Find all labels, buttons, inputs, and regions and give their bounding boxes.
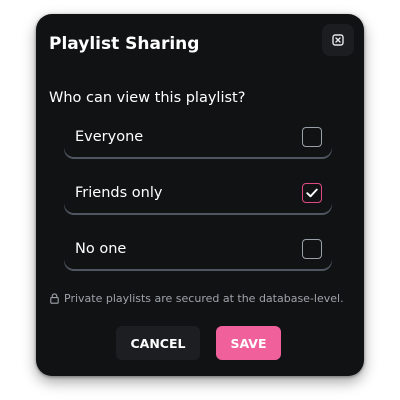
- question-label: Who can view this playlist?: [49, 90, 246, 106]
- dialog-title: Playlist Sharing: [49, 34, 200, 54]
- security-note-text: Private playlists are secured at the dat…: [64, 292, 344, 305]
- option-label: No one: [75, 241, 127, 257]
- option-label: Everyone: [75, 129, 144, 145]
- option-everyone[interactable]: Everyone: [64, 117, 332, 157]
- option-checkbox[interactable]: [302, 127, 322, 147]
- option-no-one[interactable]: No one: [64, 229, 332, 269]
- save-button[interactable]: SAVE: [216, 326, 281, 360]
- close-icon: [332, 34, 344, 46]
- cancel-button[interactable]: CANCEL: [116, 326, 200, 360]
- option-label: Friends only: [75, 185, 163, 201]
- lock-icon: [50, 293, 59, 304]
- security-note: Private playlists are secured at the dat…: [50, 292, 344, 305]
- checkmark-icon: [306, 188, 318, 198]
- option-checkbox[interactable]: [302, 239, 322, 259]
- option-friends-only[interactable]: Friends only: [64, 173, 332, 213]
- playlist-sharing-dialog: Playlist Sharing Who can view this playl…: [36, 14, 364, 376]
- option-checkbox[interactable]: [302, 183, 322, 203]
- close-button[interactable]: [322, 24, 354, 56]
